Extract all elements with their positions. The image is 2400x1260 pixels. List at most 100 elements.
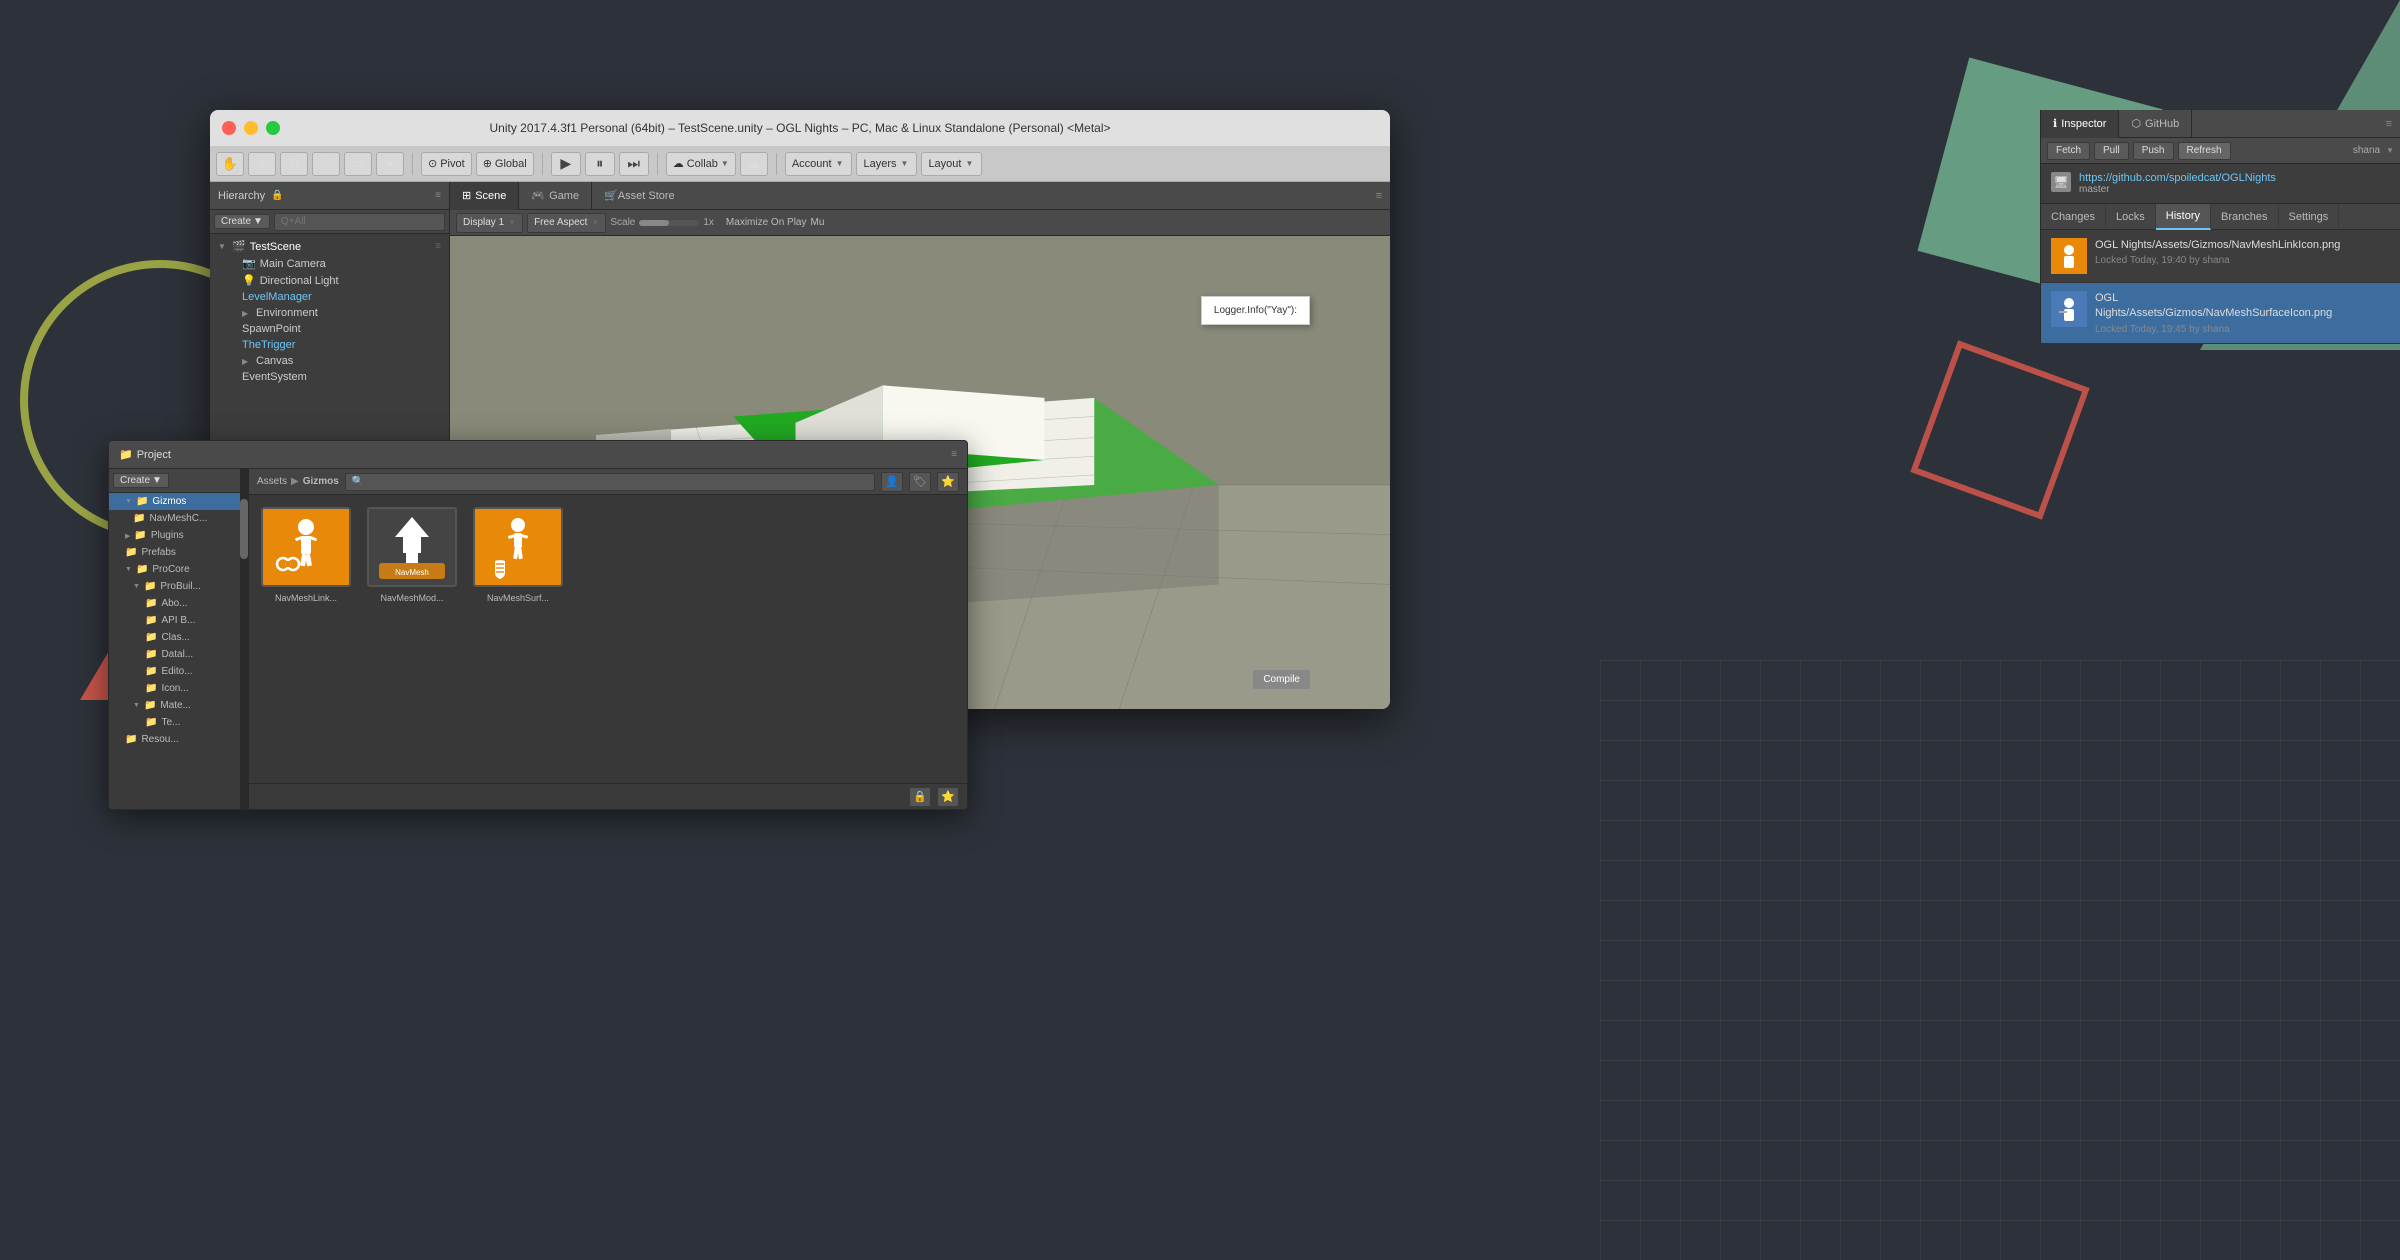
store-icon: 🛒: [604, 189, 618, 202]
play-button[interactable]: ▶: [551, 152, 581, 176]
tree-item-eventsystem[interactable]: EventSystem: [210, 369, 449, 385]
repo-branch: master: [2079, 184, 2276, 195]
right-panel-tabs: ℹ Inspector ⬡ GitHub ≡: [2041, 110, 2400, 138]
locks-tab[interactable]: Locks: [2106, 204, 2156, 230]
repo-url[interactable]: https://github.com/spoiledcat/OGLNights: [2079, 172, 2276, 184]
inspector-tab[interactable]: ℹ Inspector: [2041, 110, 2119, 138]
scale-tool-button[interactable]: ⤢: [312, 152, 340, 176]
pull-button[interactable]: Pull: [2094, 142, 2129, 160]
global-toggle[interactable]: ⊕ Global: [476, 152, 534, 176]
refresh-button[interactable]: Refresh: [2178, 142, 2231, 160]
file-meta-2: Locked Today, 19:45 by shana: [2095, 324, 2390, 335]
display-dropdown[interactable]: Display 1 ▼: [456, 213, 523, 233]
project-create-button[interactable]: Create ▼: [113, 473, 169, 488]
minimize-button[interactable]: [244, 121, 258, 135]
scene-menu-icon[interactable]: ≡: [435, 241, 441, 252]
sidebar-item-mate[interactable]: ▼ 📁 Mate...: [109, 697, 248, 714]
pause-button[interactable]: ⏸: [585, 152, 615, 176]
scene-panel-menu[interactable]: ≡: [1376, 190, 1390, 202]
fetch-button[interactable]: Fetch: [2047, 142, 2090, 160]
settings-tab[interactable]: Settings: [2279, 204, 2340, 230]
scene-tab-game[interactable]: 🎮 Game: [519, 182, 592, 210]
layout-dropdown[interactable]: Layout ▼: [921, 152, 982, 176]
file-entry-2[interactable]: OGLNights/Assets/Gizmos/NavMeshSurfaceIc…: [2041, 283, 2400, 344]
compile-button[interactable]: Compile: [1253, 670, 1310, 689]
sidebar-item-clas[interactable]: 📁 Clas...: [109, 629, 248, 646]
asset-item-navmeshmod[interactable]: NavMesh NavMeshMod...: [367, 507, 457, 603]
project-body: Create ▼ ▼ 📁 Gizmos 📁 NavMeshC... ▶ 📁 P: [109, 469, 967, 809]
changes-tab[interactable]: Changes: [2041, 204, 2106, 230]
scene-tab-scene[interactable]: ⊞ Scene: [450, 182, 519, 210]
layers-arrow: ▼: [901, 159, 909, 168]
sidebar-item-about[interactable]: 📁 Abo...: [109, 595, 248, 612]
github-tab[interactable]: ⬡ GitHub: [2119, 110, 2192, 138]
sidebar-item-plugins[interactable]: ▶ 📁 Plugins: [109, 527, 248, 544]
project-bottom-star[interactable]: ⭐: [937, 787, 959, 807]
move-tool-button[interactable]: ✛: [248, 152, 276, 176]
project-filter-button[interactable]: 👤: [881, 472, 903, 492]
sidebar-item-apib[interactable]: 📁 API B...: [109, 612, 248, 629]
rotate-tool-button[interactable]: ↻: [280, 152, 308, 176]
project-tag-button[interactable]: 🏷: [909, 472, 931, 492]
tree-item-spawnpoint[interactable]: SpawnPoint: [210, 321, 449, 337]
cloud-button[interactable]: ☁: [740, 152, 768, 176]
sidebar-item-probuilder[interactable]: ▼ 📁 ProBuil...: [109, 578, 248, 595]
maximize-button[interactable]: [266, 121, 280, 135]
pivot-toggle[interactable]: ⊙ Pivot: [421, 152, 472, 176]
project-main: Assets ▶ Gizmos 👤 🏷 ⭐: [249, 469, 967, 809]
tree-item-environment[interactable]: ▶ Environment: [210, 305, 449, 321]
sidebar-item-navmeshc[interactable]: 📁 NavMeshC...: [109, 510, 248, 527]
transform-tool-button[interactable]: ✦: [376, 152, 404, 176]
asset-thumb-navmeshsurf: [473, 507, 563, 587]
scene-root-item[interactable]: ▼ 🎬 TestScene ≡: [210, 238, 449, 255]
tree-item-levelmanager[interactable]: LevelManager: [210, 289, 449, 305]
collab-button[interactable]: ☁ Collab ▼: [666, 152, 736, 176]
right-panel-menu[interactable]: ≡: [2386, 118, 2400, 130]
scale-slider[interactable]: [639, 220, 699, 226]
asset-item-navmeshlink[interactable]: NavMeshLink...: [261, 507, 351, 603]
bg-rect-outline-decor: [1910, 340, 2089, 519]
sidebar-item-prefabs[interactable]: 📁 Prefabs: [109, 544, 248, 561]
sidebar-item-icon[interactable]: 📁 Icon...: [109, 680, 248, 697]
scene-tab-assetstore[interactable]: 🛒 Asset Store: [592, 182, 687, 210]
step-button[interactable]: ⏭: [619, 152, 649, 176]
project-panel-menu[interactable]: ≡: [951, 449, 957, 460]
github-nav-tabs: Changes Locks History Branches Settings: [2041, 204, 2400, 230]
sidebar-item-te[interactable]: 📁 Te...: [109, 714, 248, 731]
account-dropdown[interactable]: Account ▼: [785, 152, 853, 176]
rect-tool-button[interactable]: ▭: [344, 152, 372, 176]
tree-item-directionallight[interactable]: 💡 Directional Light: [210, 272, 449, 289]
folder-icon: 📁: [145, 615, 157, 626]
sidebar-item-resources[interactable]: 📁 Resou...: [109, 731, 248, 748]
project-star-button[interactable]: ⭐: [937, 472, 959, 492]
asset-item-navmeshsurf[interactable]: NavMeshSurf...: [473, 507, 563, 603]
aspect-dropdown[interactable]: Free Aspect ▼: [527, 213, 606, 233]
close-button[interactable]: [222, 121, 236, 135]
sidebar-item-data[interactable]: 📁 Datal...: [109, 646, 248, 663]
sidebar-item-editor[interactable]: 📁 Edito...: [109, 663, 248, 680]
light-icon: 💡: [242, 274, 256, 287]
env-toggle: ▶: [242, 309, 252, 318]
branches-tab[interactable]: Branches: [2211, 204, 2278, 230]
hierarchy-menu-icon[interactable]: ≡: [435, 190, 441, 201]
sidebar-item-procore[interactable]: ▼ 📁 ProCore: [109, 561, 248, 578]
sidebar-item-gizmos[interactable]: ▼ 📁 Gizmos: [109, 493, 248, 510]
tree-item-thetrigger[interactable]: TheTrigger: [210, 337, 449, 353]
tree-item-canvas[interactable]: ▶ Canvas: [210, 353, 449, 369]
folder-icon: 📁: [134, 530, 146, 541]
history-tab[interactable]: History: [2156, 204, 2211, 230]
file-entry-1[interactable]: OGL Nights/Assets/Gizmos/NavMeshLinkIcon…: [2041, 230, 2400, 283]
layers-dropdown[interactable]: Layers ▼: [856, 152, 917, 176]
project-search-input[interactable]: [345, 473, 875, 491]
hierarchy-lock-icon[interactable]: 🔒: [271, 190, 283, 201]
user-dropdown-arrow[interactable]: ▼: [2386, 146, 2394, 155]
project-bottom-lock[interactable]: 🔒: [909, 787, 931, 807]
hierarchy-search-input[interactable]: [274, 213, 445, 231]
push-button[interactable]: Push: [2133, 142, 2174, 160]
pan-tool-button[interactable]: ✋: [216, 152, 244, 176]
sidebar-scrollbar-thumb[interactable]: [240, 499, 248, 559]
sidebar-scrollbar[interactable]: [240, 469, 248, 809]
mate-toggle: ▼: [133, 702, 140, 709]
hierarchy-create-button[interactable]: Create ▼: [214, 214, 270, 229]
tree-item-maincamera[interactable]: 📷 Main Camera: [210, 255, 449, 272]
